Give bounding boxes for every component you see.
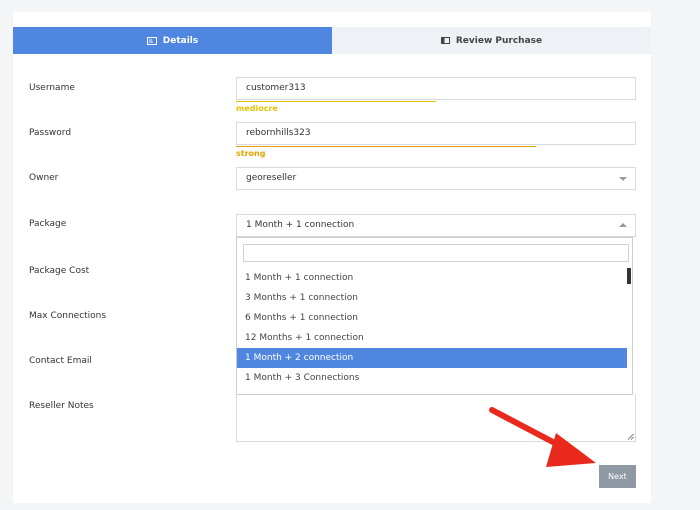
card-icon: [440, 37, 450, 44]
owner-label: Owner: [29, 173, 59, 183]
max-connections-label: Max Connections: [29, 311, 107, 321]
username-strength-text: mediocre: [236, 104, 278, 113]
package-label: Package: [29, 219, 67, 229]
package-select-value: 1 Month + 1 connection: [246, 220, 355, 230]
password-input[interactable]: rebornhills323: [236, 122, 636, 145]
package-option[interactable]: 1 Month + 2 connection: [237, 348, 627, 368]
password-strength-bar: [236, 146, 536, 147]
dropdown-scrollbar[interactable]: [627, 268, 631, 284]
tab-details-label: Details: [162, 35, 199, 46]
tab-review-purchase-label: Review Purchase: [455, 35, 543, 46]
tab-details[interactable]: Details: [13, 27, 332, 54]
tab-review-purchase[interactable]: Review Purchase: [332, 27, 651, 54]
package-option[interactable]: 3 Months + 1 connection: [237, 288, 627, 308]
username-input[interactable]: customer313: [236, 77, 636, 100]
package-option[interactable]: 1 Month + 3 Connections: [237, 368, 627, 388]
package-options-list: 1 Month + 1 connection 3 Months + 1 conne…: [237, 268, 627, 388]
package-select[interactable]: 1 Month + 1 connection: [236, 214, 636, 237]
owner-select-value: georeseller: [246, 173, 297, 183]
package-option[interactable]: 6 Months + 1 connection: [237, 308, 627, 328]
reseller-notes-label: Reseller Notes: [29, 401, 94, 411]
package-dropdown: 1 Month + 1 connection 3 Months + 1 conne…: [236, 237, 633, 395]
resize-handle-icon[interactable]: [627, 433, 634, 440]
username-label: Username: [29, 83, 75, 93]
id-card-icon: [146, 36, 157, 45]
owner-select[interactable]: georeseller: [236, 167, 636, 190]
chevron-down-icon: [619, 177, 627, 181]
package-option[interactable]: 1 Month + 1 connection: [237, 268, 627, 288]
red-arrow-icon: [489, 407, 596, 467]
password-strength-text: strong: [236, 149, 266, 158]
package-search-input[interactable]: [243, 244, 629, 262]
next-button[interactable]: Next: [599, 465, 636, 488]
package-option[interactable]: 12 Months + 1 connection: [237, 328, 627, 348]
password-label: Password: [29, 128, 72, 138]
username-strength-bar: [236, 101, 436, 102]
wizard-tabs: Details Review Purchase: [13, 27, 651, 54]
package-cost-label: Package Cost: [29, 266, 90, 276]
contact-email-label: Contact Email: [29, 356, 92, 366]
chevron-up-icon: [619, 223, 627, 227]
